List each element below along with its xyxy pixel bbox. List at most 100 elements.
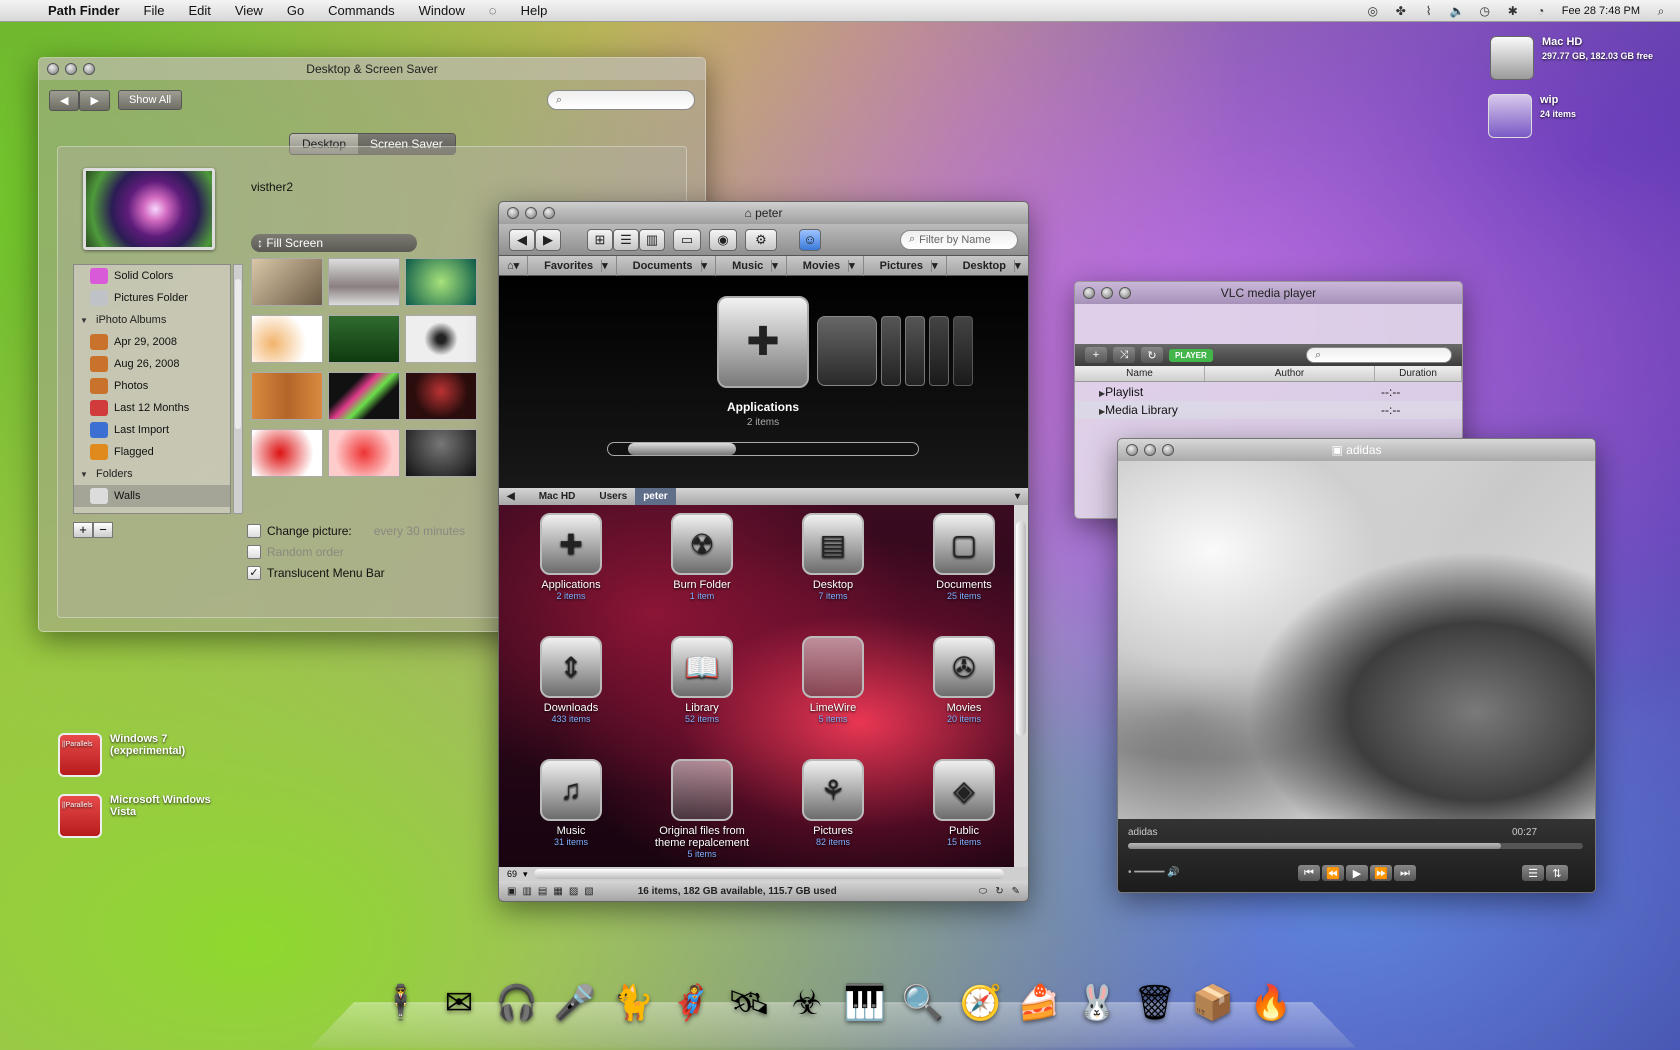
bookmark-music[interactable]: Music ▾ <box>716 255 787 276</box>
folder-cover[interactable] <box>953 316 973 386</box>
dock-app-icon[interactable]: 🎹 <box>839 974 891 1032</box>
dock-app-icon[interactable]: 🎤 <box>549 974 601 1032</box>
menu-go[interactable]: Go <box>275 0 316 22</box>
coverflow-view-icon[interactable]: ▭ <box>673 228 701 251</box>
source-list-item[interactable]: Apr 29, 2008 <box>74 331 230 353</box>
path-item-machd[interactable]: Mac HD <box>523 491 592 502</box>
edit-pencil-icon[interactable]: ✎ <box>1012 886 1020 897</box>
wallpaper-thumbnail[interactable] <box>251 258 323 306</box>
desktop-icon-windows7[interactable]: ||Parallels Windows 7 (experimental) <box>58 733 185 777</box>
titlebar[interactable]: ▣ adidas <box>1118 439 1595 461</box>
burn-folder-cover[interactable] <box>817 316 877 386</box>
wallpaper-thumbnail[interactable] <box>405 429 477 477</box>
titlebar[interactable]: VLC media player <box>1075 282 1462 304</box>
folder-item[interactable]: ⚘ Pictures 82 items <box>778 759 888 847</box>
icon-view-icon[interactable]: ⊞ <box>587 228 613 251</box>
pane-layout-icon[interactable]: ▨ <box>569 886 578 897</box>
vertical-scrollbar[interactable] <box>1014 505 1028 867</box>
column-duration[interactable]: Duration <box>1375 366 1462 381</box>
translucent-menubar-checkbox[interactable]: ✓ Translucent Menu Bar <box>247 566 385 580</box>
sync-icon[interactable]: ◎ <box>1366 4 1380 18</box>
folder-item[interactable]: ☢ Burn Folder 1 item <box>647 513 757 601</box>
desktop-icon-vista[interactable]: ||Parallels Microsoft Windows Vista <box>58 794 211 838</box>
menu-window[interactable]: Window <box>407 0 477 22</box>
source-list-item[interactable]: Flagged <box>74 441 230 463</box>
back-button[interactable]: ◀ <box>509 228 535 251</box>
remove-source-button[interactable]: − <box>93 522 113 538</box>
forward-button[interactable]: ▶ <box>79 89 110 111</box>
repeat-icon[interactable]: ↻ <box>1141 347 1163 363</box>
equalizer-icon[interactable]: ⇅ <box>1546 865 1568 881</box>
column-view-icon[interactable]: ▥ <box>639 228 665 251</box>
dock-app-icon[interactable]: 🕴 <box>375 974 427 1032</box>
source-list-item[interactable]: Aug 26, 2008 <box>74 353 230 375</box>
quick-look-icon[interactable]: ◉ <box>709 228 737 251</box>
fast-forward-icon[interactable]: ⏩ <box>1370 865 1392 881</box>
zoom-level[interactable]: 69 <box>507 869 517 879</box>
folder-item[interactable]: ▢ Documents 25 items <box>909 513 1019 601</box>
wallpaper-thumbnail[interactable] <box>328 429 400 477</box>
source-list-item[interactable]: Photos <box>74 375 230 397</box>
menu-app-name[interactable]: Path Finder <box>36 0 132 22</box>
column-name[interactable]: Name <box>1075 366 1205 381</box>
wallpaper-thumbnail[interactable] <box>251 429 323 477</box>
path-item-peter[interactable]: peter <box>635 488 676 505</box>
titlebar[interactable]: Desktop & Screen Saver <box>39 58 705 80</box>
vlc-search-input[interactable]: ⌕ <box>1306 347 1452 363</box>
interval-popup[interactable]: every 30 minutes <box>374 524 465 538</box>
checkbox[interactable] <box>247 524 261 538</box>
wallpaper-thumbnail[interactable] <box>251 372 323 420</box>
menu-view[interactable]: View <box>223 0 275 22</box>
source-list-item[interactable]: Last Import <box>74 419 230 441</box>
fit-popup[interactable]: ↕ Fill Screen <box>251 234 417 252</box>
folder-cover[interactable] <box>881 316 901 386</box>
dock-app-icon[interactable]: ✉ <box>433 974 485 1032</box>
source-list-item[interactable]: Solid Colors <box>74 265 230 287</box>
show-all-button[interactable]: Show All <box>117 90 183 110</box>
source-list-scrollbar[interactable] <box>233 264 243 514</box>
playlist-row[interactable]: ▶Media Library --:-- <box>1075 401 1462 419</box>
shuffle-icon[interactable]: ⤨ <box>1113 347 1135 363</box>
volume-icon[interactable]: 🔈 <box>1450 4 1465 18</box>
dock-app-icon[interactable]: 🐈 <box>607 974 659 1032</box>
clock-icon[interactable]: ◔ <box>1534 4 1548 18</box>
minimize-button[interactable] <box>65 63 77 75</box>
dock-app-icon[interactable]: 🗑 <box>1129 974 1181 1032</box>
filter-input[interactable]: ⌕ Filter by Name <box>900 229 1018 250</box>
folder-item[interactable]: ⇕ Downloads 433 items <box>516 636 626 724</box>
disclosure-triangle-icon[interactable]: ▼ <box>80 470 90 479</box>
wallpaper-thumbnail[interactable] <box>405 258 477 306</box>
add-source-button[interactable]: + <box>73 522 93 538</box>
home-bookmark-icon[interactable]: ⌂▾ <box>499 255 529 276</box>
paw-icon[interactable]: ✤ <box>1394 4 1408 18</box>
minimize-button[interactable] <box>525 207 537 219</box>
wallpaper-thumbnail[interactable] <box>328 315 400 363</box>
refresh-icon[interactable]: ↻ <box>995 886 1003 897</box>
folder-item[interactable]: ◈ Public 15 items <box>909 759 1019 847</box>
playlist-icon[interactable]: ☰ <box>1522 865 1544 881</box>
bookmark-movies[interactable]: Movies ▾ <box>787 255 864 276</box>
zoom-button[interactable] <box>1162 444 1174 456</box>
dock-app-icon[interactable]: 🔍 <box>897 974 949 1032</box>
wifi-icon[interactable]: ⌇ <box>1422 4 1436 18</box>
applications-cover[interactable]: ✚ <box>717 296 809 388</box>
close-button[interactable] <box>1083 287 1095 299</box>
menu-help[interactable]: Help <box>509 0 560 22</box>
source-list-item[interactable]: Pictures Folder <box>74 287 230 309</box>
dock-app-icon[interactable]: ☣ <box>781 974 833 1032</box>
bookmark-favorites[interactable]: Favorites ▾ <box>528 255 617 276</box>
zoom-button[interactable] <box>1119 287 1131 299</box>
pane-layout-icon[interactable]: ▥ <box>522 886 531 897</box>
folder-cover[interactable] <box>905 316 925 386</box>
source-group-header[interactable]: ▼ Folders <box>74 463 230 485</box>
random-order-checkbox[interactable]: Random order <box>247 545 344 559</box>
close-button[interactable] <box>47 63 59 75</box>
add-icon[interactable]: + <box>1085 347 1107 363</box>
wallpaper-thumbnail[interactable] <box>405 372 477 420</box>
time-machine-icon[interactable]: ◷ <box>1478 4 1492 18</box>
path-item-users[interactable]: Users <box>591 491 635 502</box>
action-gear-icon[interactable]: ⚙ <box>745 228 777 251</box>
minimize-button[interactable] <box>1101 287 1113 299</box>
desktop-icon-wip[interactable]: wip 24 items <box>1488 94 1576 138</box>
path-back-icon[interactable]: ◀ <box>499 491 523 502</box>
